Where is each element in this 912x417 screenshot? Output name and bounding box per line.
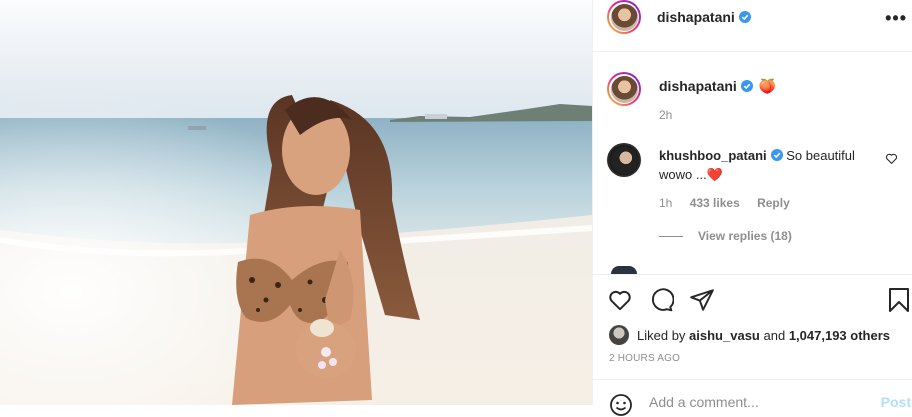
add-comment-bar: Add a comment... Post bbox=[593, 379, 912, 416]
post-timestamp[interactable]: 2 HOURS AGO bbox=[609, 353, 680, 364]
save-bookmark-icon[interactable] bbox=[887, 287, 911, 313]
like-comment-heart-icon[interactable] bbox=[885, 152, 898, 165]
liker-avatar[interactable] bbox=[609, 325, 629, 345]
likes-count[interactable]: 1,047,193 others bbox=[789, 328, 890, 343]
post-side-panel: dishapatani ••• dishapatani 🍑 2h khushbo… bbox=[592, 0, 912, 416]
caption-time[interactable]: 2h bbox=[659, 108, 672, 122]
comment-bubble-icon[interactable] bbox=[648, 287, 674, 313]
author-username[interactable]: dishapatani bbox=[657, 9, 751, 25]
share-send-icon[interactable] bbox=[689, 287, 715, 313]
liked-by-summary: Liked by aishu_vasu and 1,047,193 others bbox=[609, 325, 890, 345]
view-replies-button[interactable]: View replies (18) bbox=[698, 229, 792, 243]
more-options-icon[interactable]: ••• bbox=[885, 8, 907, 29]
reply-button[interactable]: Reply bbox=[757, 196, 790, 210]
next-comment-avatar bbox=[611, 266, 637, 274]
caption-username[interactable]: dishapatani 🍑 bbox=[659, 78, 776, 95]
emoji-smiley-icon[interactable] bbox=[609, 393, 633, 417]
peach-emoji: 🍑 bbox=[758, 78, 777, 94]
action-section: Liked by aishu_vasu and 1,047,193 others… bbox=[593, 274, 912, 416]
heart-emoji: ❤️ bbox=[706, 167, 723, 182]
comment-likes[interactable]: 433 likes bbox=[690, 196, 740, 210]
comment-time[interactable]: 1h bbox=[659, 196, 672, 210]
comment-body: khushboo_patani So beautiful wowo ...❤️ bbox=[659, 146, 869, 184]
post-comment-button[interactable]: Post bbox=[881, 394, 911, 410]
commenter-username[interactable]: khushboo_patani bbox=[659, 148, 767, 163]
post-header: dishapatani ••• bbox=[593, 0, 912, 52]
beach-photo bbox=[0, 0, 592, 405]
commenter-avatar[interactable] bbox=[607, 143, 641, 177]
verified-badge-icon bbox=[738, 11, 751, 23]
author-avatar[interactable] bbox=[607, 0, 641, 34]
post-image[interactable] bbox=[0, 0, 592, 405]
comment-meta: 1h 433 likes Reply bbox=[659, 196, 804, 210]
add-comment-input[interactable]: Add a comment... bbox=[649, 394, 759, 410]
liker-username[interactable]: aishu_vasu bbox=[689, 328, 760, 343]
view-replies-line bbox=[659, 236, 683, 237]
verified-badge-icon bbox=[770, 149, 783, 161]
like-heart-icon[interactable] bbox=[607, 287, 633, 313]
caption-avatar[interactable] bbox=[607, 72, 641, 106]
verified-badge-icon bbox=[740, 80, 753, 92]
